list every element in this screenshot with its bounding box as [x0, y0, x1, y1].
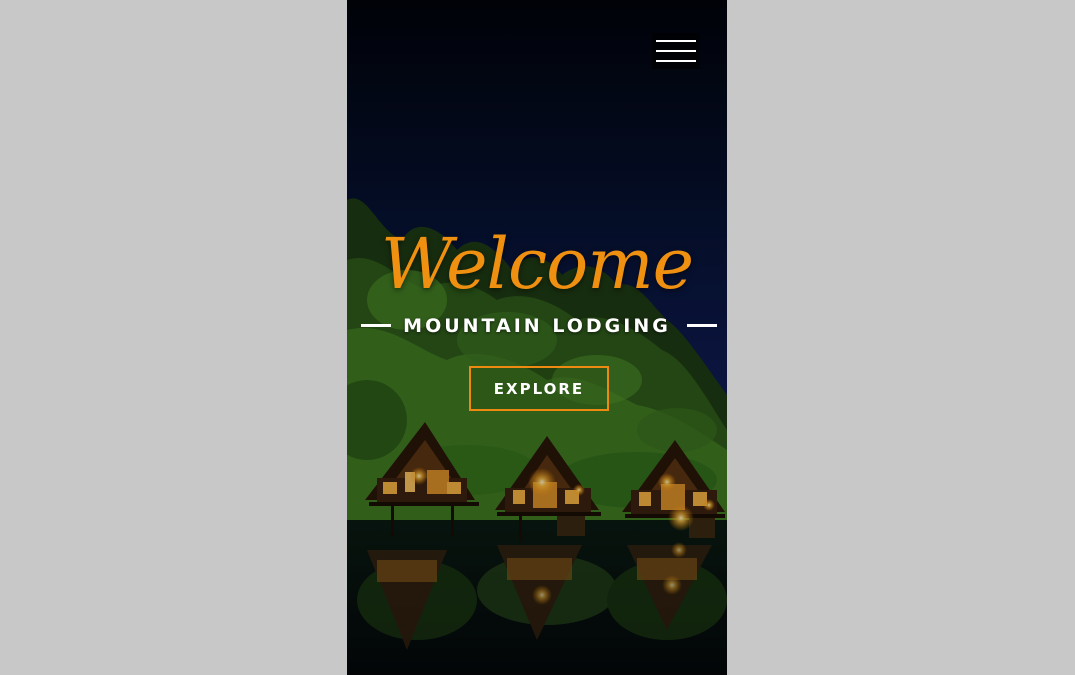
explore-button[interactable]: EXPLORE [469, 366, 609, 411]
welcome-heading: Welcome [380, 223, 694, 305]
mobile-viewport: Welcome MOUNTAIN LODGING EXPLORE [347, 0, 727, 675]
hamburger-menu-icon-bar [656, 60, 696, 62]
hamburger-menu-icon-bar [656, 50, 696, 52]
subtitle-rule-left [361, 324, 391, 327]
site-subtitle: MOUNTAIN LODGING [403, 315, 671, 337]
subtitle-row: MOUNTAIN LODGING [347, 313, 727, 339]
menu-button[interactable] [652, 33, 700, 69]
hamburger-menu-icon [656, 40, 696, 42]
subtitle-rule-right [687, 324, 717, 327]
